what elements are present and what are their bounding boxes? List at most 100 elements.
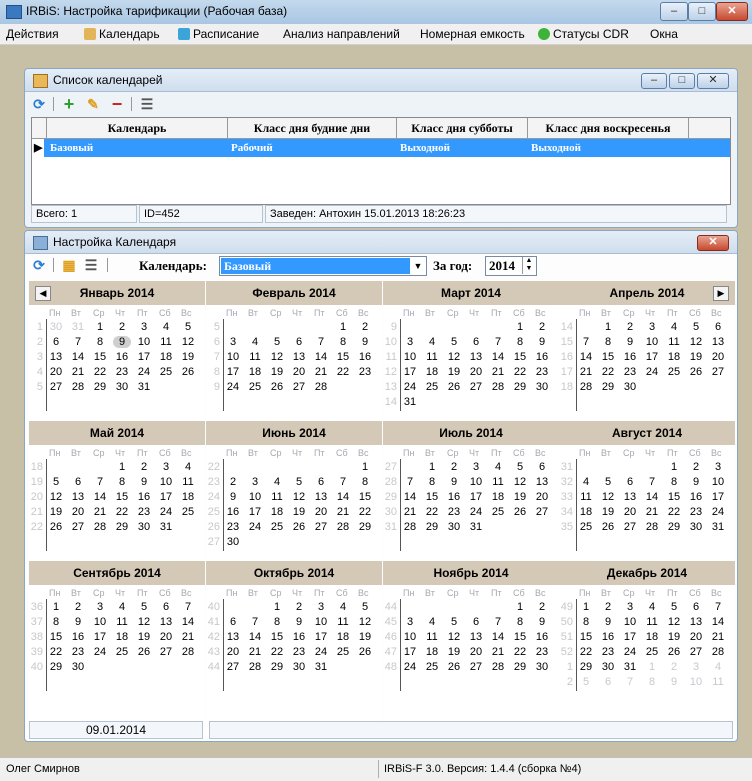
calendar-day[interactable]: 3 <box>157 461 175 473</box>
calendar-day[interactable]: 24 <box>157 506 175 518</box>
calendar-day[interactable]: 23 <box>356 366 374 378</box>
col-calendar[interactable]: Календарь <box>47 118 228 138</box>
calendar-day[interactable]: 26 <box>687 366 705 378</box>
calendar-day[interactable]: 9 <box>687 476 705 488</box>
calendar-day[interactable]: 3 <box>709 461 727 473</box>
calendar-day[interactable]: 15 <box>511 631 529 643</box>
calendar-day[interactable]: 14 <box>401 491 419 503</box>
calendar-day[interactable]: 26 <box>511 506 529 518</box>
calendar-day[interactable]: 22 <box>91 366 109 378</box>
delete-icon[interactable]: − <box>109 95 125 113</box>
maximize-button[interactable]: □ <box>688 2 716 21</box>
calendar-day[interactable]: 5 <box>511 461 529 473</box>
calendar-day[interactable]: 13 <box>290 351 308 363</box>
calendar-day[interactable]: 17 <box>224 366 242 378</box>
calendar-day[interactable]: 6 <box>69 476 87 488</box>
calendar-day[interactable]: 1 <box>47 601 65 613</box>
calendar-day[interactable]: 12 <box>179 336 197 348</box>
calendar-day[interactable]: 9 <box>69 616 87 628</box>
calendar-day[interactable]: 21 <box>179 631 197 643</box>
calendar-day[interactable]: 23 <box>687 506 705 518</box>
calendar-day[interactable]: 12 <box>511 476 529 488</box>
calendar-day[interactable]: 18 <box>113 631 131 643</box>
calendar-day[interactable]: 24 <box>467 506 485 518</box>
calendar-day[interactable]: 21 <box>91 506 109 518</box>
calendar-day[interactable]: 21 <box>334 506 352 518</box>
calendar-day[interactable]: 22 <box>423 506 441 518</box>
calendar-day[interactable]: 22 <box>356 506 374 518</box>
calendar-day[interactable]: 25 <box>665 366 683 378</box>
calendar-day[interactable]: 4 <box>157 321 175 333</box>
calendar-day[interactable]: 8 <box>511 336 529 348</box>
calendar-day[interactable]: 11 <box>423 631 441 643</box>
add-icon[interactable]: + <box>61 95 77 113</box>
calendar-day[interactable]: 6 <box>709 321 727 333</box>
calendar-day[interactable]: 17 <box>401 366 419 378</box>
calendar-day[interactable]: 13 <box>157 616 175 628</box>
calendar-day[interactable]: 23 <box>69 646 87 658</box>
calendar-day[interactable]: 4 <box>246 336 264 348</box>
calendar-day[interactable]: 27 <box>290 381 308 393</box>
calendar-day[interactable]: 22 <box>665 506 683 518</box>
calendar-day[interactable]: 30 <box>445 521 463 533</box>
calendar-day[interactable]: 16 <box>135 491 153 503</box>
list-view-icon[interactable]: ☰ <box>83 257 99 273</box>
calendar-day[interactable]: 5 <box>356 601 374 613</box>
calendar-day[interactable]: 28 <box>69 381 87 393</box>
calendar-day[interactable]: 22 <box>577 646 595 658</box>
calendar-day[interactable]: 21 <box>246 646 264 658</box>
calendar-day[interactable]: 13 <box>709 336 727 348</box>
calendar-day[interactable]: 27 <box>709 366 727 378</box>
calendar-day[interactable]: 20 <box>467 646 485 658</box>
calendar-day[interactable]: 8 <box>356 476 374 488</box>
calendar-day[interactable]: 11 <box>709 676 727 688</box>
calendar-day[interactable]: 9 <box>533 616 551 628</box>
calendar-day[interactable]: 30 <box>69 661 87 673</box>
calendar-day[interactable]: 29 <box>113 521 131 533</box>
calendar-day[interactable]: 19 <box>135 631 153 643</box>
calendar-day[interactable]: 5 <box>665 601 683 613</box>
calendar-day[interactable]: 24 <box>401 661 419 673</box>
calendar-day[interactable]: 12 <box>47 491 65 503</box>
calendar-day[interactable]: 18 <box>489 491 507 503</box>
calendar-day[interactable]: 2 <box>687 461 705 473</box>
calendar-day[interactable]: 6 <box>290 336 308 348</box>
calendar-day[interactable]: 2 <box>533 601 551 613</box>
calendar-day[interactable]: 20 <box>47 366 65 378</box>
calendar-day[interactable]: 27 <box>224 661 242 673</box>
calendar-day[interactable]: 11 <box>113 616 131 628</box>
cell-weekday-class[interactable]: Рабочий <box>228 139 395 157</box>
calendar-day[interactable]: 8 <box>113 476 131 488</box>
calendar-day[interactable]: 30 <box>113 381 131 393</box>
calendar-day[interactable]: 28 <box>312 381 330 393</box>
calendar-day[interactable]: 15 <box>577 631 595 643</box>
calendar-day[interactable]: 6 <box>157 601 175 613</box>
calendar-day[interactable]: 14 <box>91 491 109 503</box>
calendar-day[interactable]: 29 <box>577 661 595 673</box>
calendar-day[interactable]: 18 <box>334 631 352 643</box>
calendar-day[interactable]: 15 <box>334 351 352 363</box>
calendar-day[interactable]: 7 <box>179 601 197 613</box>
calendar-day[interactable]: 30 <box>599 661 617 673</box>
cell-saturday-class[interactable]: Выходной <box>397 139 526 157</box>
calendar-day[interactable]: 23 <box>224 521 242 533</box>
calendar-day[interactable]: 31 <box>135 381 153 393</box>
calendar-day[interactable]: 9 <box>290 616 308 628</box>
list-close-button[interactable]: ✕ <box>697 73 729 89</box>
calendar-day[interactable]: 6 <box>467 616 485 628</box>
calendar-day[interactable]: 7 <box>401 476 419 488</box>
calendar-day[interactable]: 7 <box>246 616 264 628</box>
calendar-day[interactable]: 28 <box>489 661 507 673</box>
calendar-day[interactable]: 11 <box>268 491 286 503</box>
calendar-day[interactable]: 23 <box>533 646 551 658</box>
col-sunday-class[interactable]: Класс дня воскресенья <box>528 118 689 138</box>
calendar-day[interactable]: 27 <box>621 521 639 533</box>
calendar-icon[interactable]: ▦ <box>61 257 77 273</box>
menu-direction-analysis[interactable]: Анализ направлений <box>283 27 400 41</box>
calendar-day[interactable]: 18 <box>423 646 441 658</box>
calendar-day[interactable]: 27 <box>687 646 705 658</box>
calendar-day[interactable]: 14 <box>489 631 507 643</box>
calendar-day[interactable]: 6 <box>599 676 617 688</box>
calendar-day[interactable]: 13 <box>224 631 242 643</box>
calendar-day[interactable]: 24 <box>135 366 153 378</box>
